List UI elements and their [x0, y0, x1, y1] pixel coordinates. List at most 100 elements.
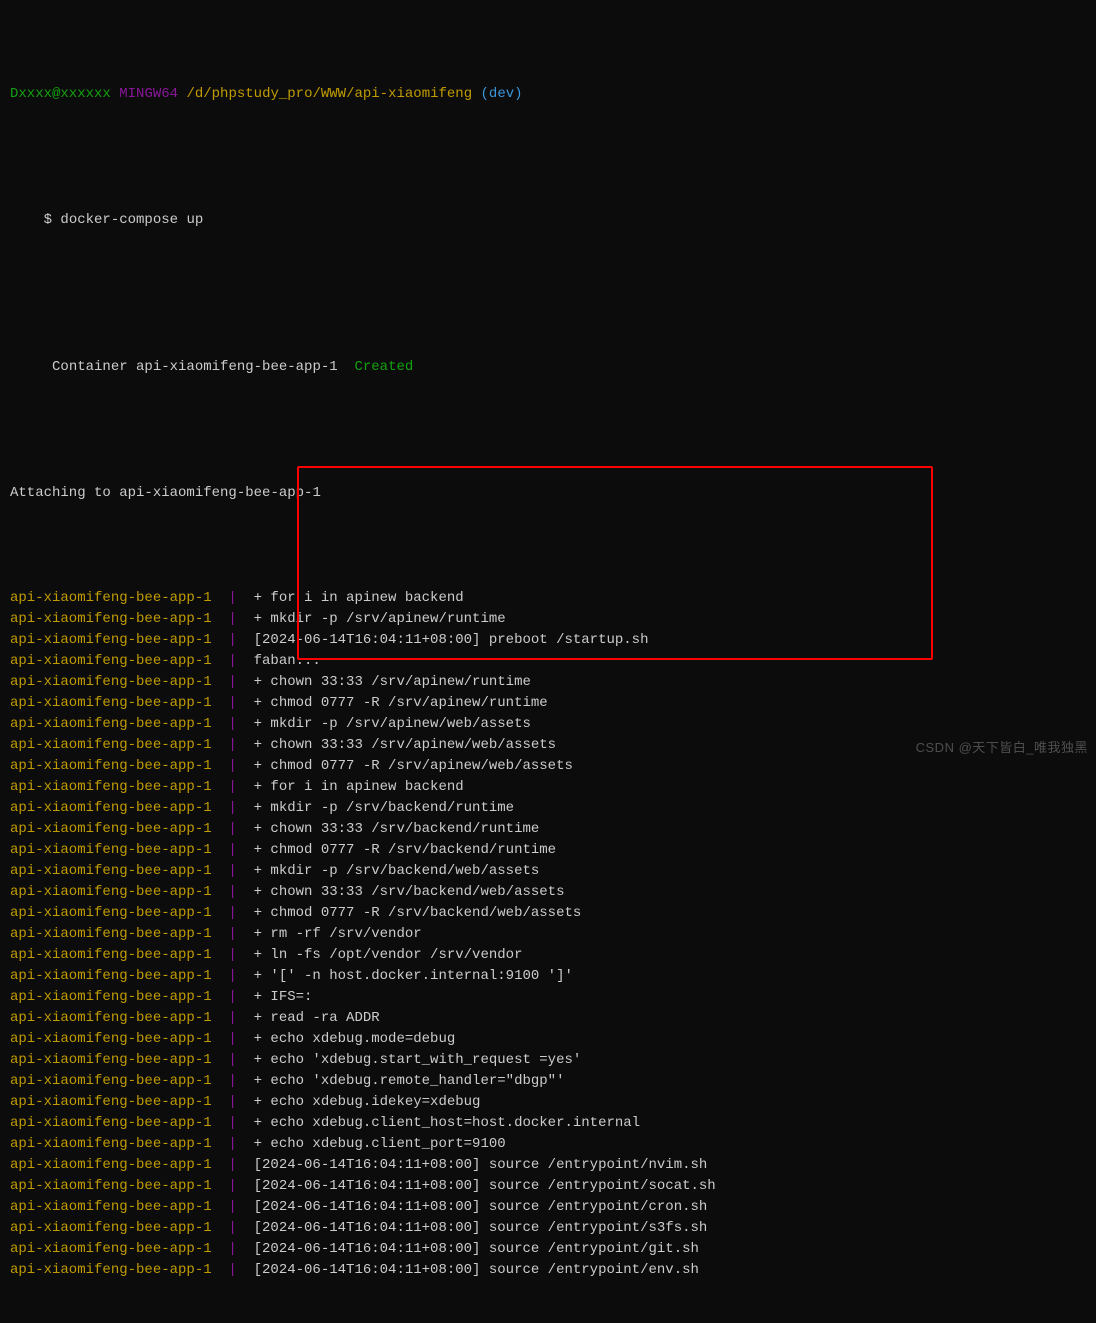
separator: | [212, 882, 254, 903]
log-line: api-xiaomifeng-bee-app-1 | + mkdir -p /s… [10, 609, 1092, 630]
container-name: api-xiaomifeng-bee-app-1 [10, 798, 212, 819]
separator: | [212, 1218, 254, 1239]
container-name: api-xiaomifeng-bee-app-1 [10, 672, 212, 693]
separator: | [212, 1239, 254, 1260]
container-name: api-xiaomifeng-bee-app-1 [10, 882, 212, 903]
log-message: + for i in apinew backend [254, 777, 1092, 798]
log-message: [2024-06-14T16:04:11+08:00] source /entr… [254, 1176, 1092, 1197]
log-message: + mkdir -p /srv/apinew/web/assets [254, 714, 1092, 735]
separator: | [212, 798, 254, 819]
log-message: + echo xdebug.client_host=host.docker.in… [254, 1113, 1092, 1134]
container-name: api-xiaomifeng-bee-app-1 [10, 630, 212, 651]
separator: | [212, 903, 254, 924]
separator: | [212, 714, 254, 735]
log-message: + chown 33:33 /srv/apinew/web/assets [254, 735, 1092, 756]
log-message: + echo xdebug.mode=debug [254, 1029, 1092, 1050]
log-line: api-xiaomifeng-bee-app-1 | + mkdir -p /s… [10, 861, 1092, 882]
log-line: api-xiaomifeng-bee-app-1 | + echo 'xdebu… [10, 1050, 1092, 1071]
separator: | [212, 777, 254, 798]
container-name: api-xiaomifeng-bee-app-1 [10, 693, 212, 714]
log-line: api-xiaomifeng-bee-app-1 | + rm -rf /srv… [10, 924, 1092, 945]
separator: | [212, 756, 254, 777]
log-line: api-xiaomifeng-bee-app-1 | [2024-06-14T1… [10, 1197, 1092, 1218]
log-line: api-xiaomifeng-bee-app-1 | + IFS=: [10, 987, 1092, 1008]
command-text: docker-compose up [60, 212, 203, 228]
log-line: api-xiaomifeng-bee-app-1 | [2024-06-14T1… [10, 1239, 1092, 1260]
separator: | [212, 1029, 254, 1050]
separator: | [212, 1176, 254, 1197]
container-name: api-xiaomifeng-bee-app-1 [10, 840, 212, 861]
separator: | [212, 672, 254, 693]
log-message: + echo 'xdebug.remote_handler="dbgp"' [254, 1071, 1092, 1092]
log-message: + echo xdebug.client_port=9100 [254, 1134, 1092, 1155]
separator: | [212, 735, 254, 756]
container-name: api-xiaomifeng-bee-app-1 [10, 945, 212, 966]
container-name: api-xiaomifeng-bee-app-1 [10, 1134, 212, 1155]
shell-prompt-line: Dxxxx@xxxxxx MINGW64 /d/phpstudy_pro/WWW… [10, 84, 1092, 105]
log-message: [2024-06-14T16:04:11+08:00] preboot /sta… [254, 630, 1092, 651]
log-line: api-xiaomifeng-bee-app-1 | + chown 33:33… [10, 672, 1092, 693]
log-message: [2024-06-14T16:04:11+08:00] source /entr… [254, 1218, 1092, 1239]
container-name: api-xiaomifeng-bee-app-1 [10, 1176, 212, 1197]
log-message: + mkdir -p /srv/backend/web/assets [254, 861, 1092, 882]
log-message: + read -ra ADDR [254, 1008, 1092, 1029]
log-message: + for i in apinew backend [254, 588, 1092, 609]
container-name: api-xiaomifeng-bee-app-1 [10, 756, 212, 777]
separator: | [212, 651, 254, 672]
container-name: api-xiaomifeng-bee-app-1 [10, 1197, 212, 1218]
log-line: api-xiaomifeng-bee-app-1 | + echo xdebug… [10, 1092, 1092, 1113]
log-line: api-xiaomifeng-bee-app-1 | [2024-06-14T1… [10, 1260, 1092, 1281]
log-message: faban... [254, 651, 1092, 672]
log-line: api-xiaomifeng-bee-app-1 | + chmod 0777 … [10, 903, 1092, 924]
container-name: api-xiaomifeng-bee-app-1 [10, 924, 212, 945]
container-name: api-xiaomifeng-bee-app-1 [10, 1071, 212, 1092]
separator: | [212, 609, 254, 630]
log-line: api-xiaomifeng-bee-app-1 | [2024-06-14T1… [10, 630, 1092, 651]
separator: | [212, 693, 254, 714]
separator: | [212, 588, 254, 609]
log-line: api-xiaomifeng-bee-app-1 | + read -ra AD… [10, 1008, 1092, 1029]
separator: | [212, 1155, 254, 1176]
container-name: api-xiaomifeng-bee-app-1 [10, 1050, 212, 1071]
log-line: api-xiaomifeng-bee-app-1 | + for i in ap… [10, 777, 1092, 798]
log-message: [2024-06-14T16:04:11+08:00] source /entr… [254, 1155, 1092, 1176]
separator: | [212, 819, 254, 840]
separator: | [212, 1050, 254, 1071]
container-name: api-xiaomifeng-bee-app-1 [10, 588, 212, 609]
log-line: api-xiaomifeng-bee-app-1 | + ln -fs /opt… [10, 945, 1092, 966]
prompt-symbol: $ [44, 212, 61, 228]
container-name: api-xiaomifeng-bee-app-1 [10, 735, 212, 756]
container-name: api-xiaomifeng-bee-app-1 [10, 1155, 212, 1176]
separator: | [212, 1134, 254, 1155]
log-message: [2024-06-14T16:04:11+08:00] source /entr… [254, 1260, 1092, 1281]
log-message: + chmod 0777 -R /srv/apinew/runtime [254, 693, 1092, 714]
log-message: + IFS=: [254, 987, 1092, 1008]
separator: | [212, 1008, 254, 1029]
log-message: + ln -fs /opt/vendor /srv/vendor [254, 945, 1092, 966]
log-message: + rm -rf /srv/vendor [254, 924, 1092, 945]
log-line: api-xiaomifeng-bee-app-1 | + chown 33:33… [10, 819, 1092, 840]
log-message: + chmod 0777 -R /srv/backend/runtime [254, 840, 1092, 861]
log-message: + chown 33:33 /srv/backend/web/assets [254, 882, 1092, 903]
terminal-output[interactable]: Dxxxx@xxxxxx MINGW64 /d/phpstudy_pro/WWW… [0, 0, 1096, 1323]
log-line: api-xiaomifeng-bee-app-1 | [2024-06-14T1… [10, 1176, 1092, 1197]
separator: | [212, 1113, 254, 1134]
container-name: api-xiaomifeng-bee-app-1 [10, 1092, 212, 1113]
separator: | [212, 840, 254, 861]
log-message: + mkdir -p /srv/backend/runtime [254, 798, 1092, 819]
log-line: api-xiaomifeng-bee-app-1 | + echo 'xdebu… [10, 1071, 1092, 1092]
log-message: + echo xdebug.idekey=xdebug [254, 1092, 1092, 1113]
log-message: + chmod 0777 -R /srv/apinew/web/assets [254, 756, 1092, 777]
log-line: api-xiaomifeng-bee-app-1 | + '[' -n host… [10, 966, 1092, 987]
log-line: api-xiaomifeng-bee-app-1 | + chown 33:33… [10, 735, 1092, 756]
log-lines: api-xiaomifeng-bee-app-1 | + for i in ap… [10, 588, 1092, 1281]
attaching-line: Attaching to api-xiaomifeng-bee-app-1 [10, 483, 1092, 504]
separator: | [212, 1197, 254, 1218]
status-created: Created [354, 359, 413, 375]
separator: | [212, 1260, 254, 1281]
separator: | [212, 966, 254, 987]
log-line: api-xiaomifeng-bee-app-1 | + chmod 0777 … [10, 756, 1092, 777]
separator: | [212, 987, 254, 1008]
log-message: + chown 33:33 /srv/apinew/runtime [254, 672, 1092, 693]
command-line: $ docker-compose up [10, 189, 1092, 252]
